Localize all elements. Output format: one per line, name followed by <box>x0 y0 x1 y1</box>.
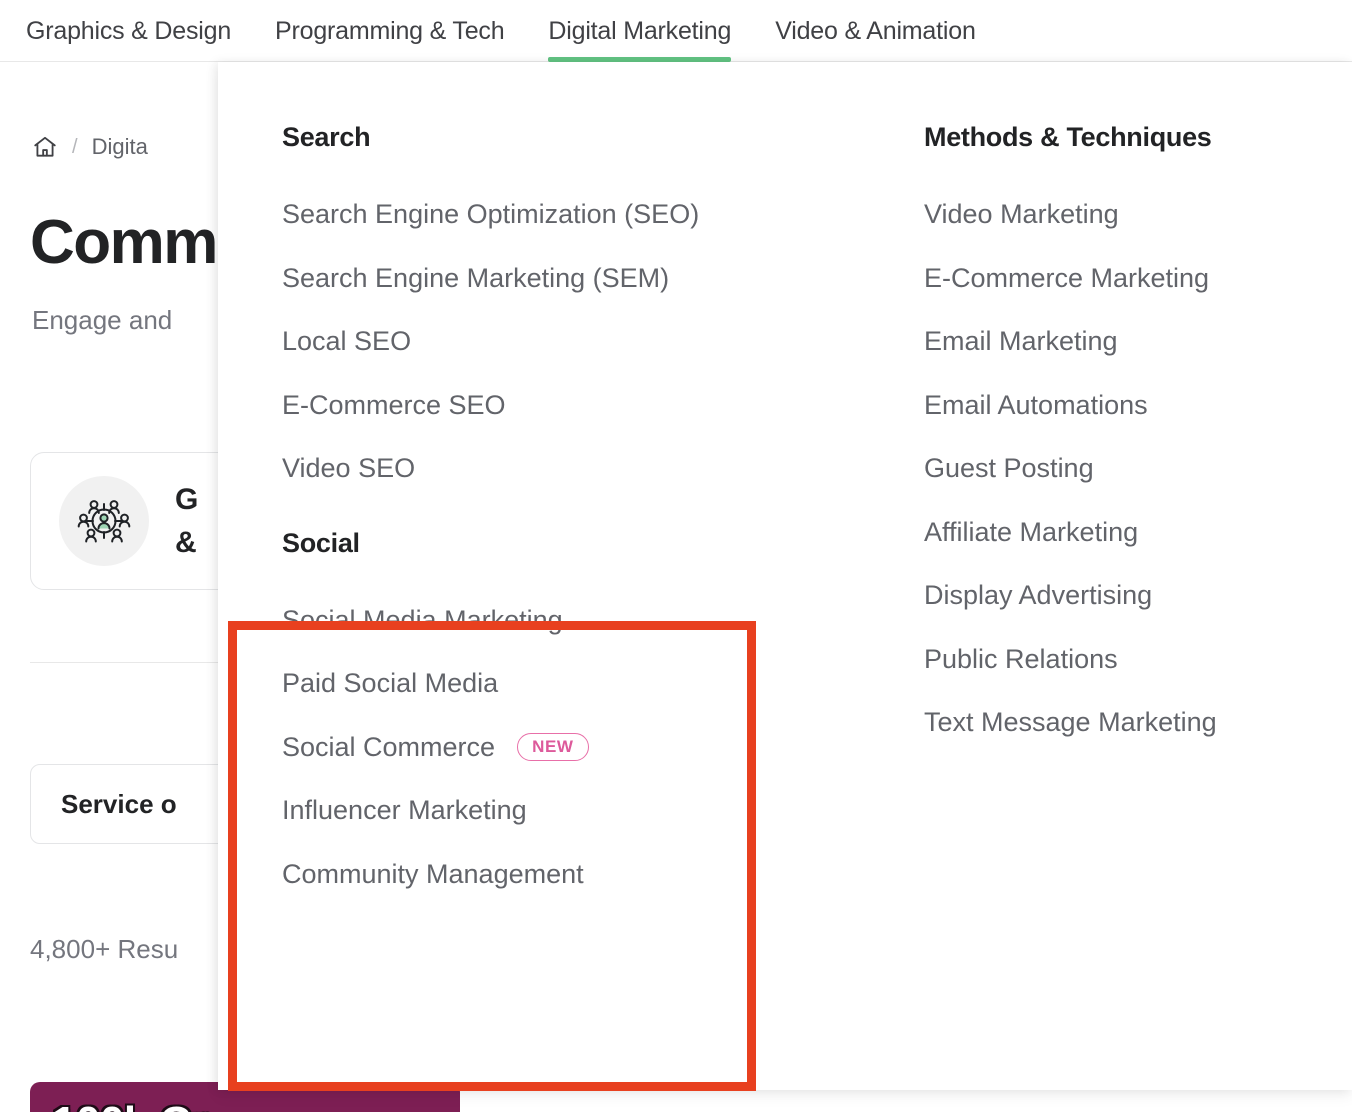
new-badge: NEW <box>517 733 589 762</box>
target-audience-icon <box>59 476 149 566</box>
dropdown-item-label: Local SEO <box>282 326 412 357</box>
dropdown-item-label: Community Management <box>282 858 584 889</box>
dropdown-item-label: Public Relations <box>924 643 1118 674</box>
dropdown-item-influencer-marketing[interactable]: Influencer Marketing <box>282 793 802 828</box>
dropdown-item-video-seo[interactable]: Video SEO <box>282 451 802 486</box>
dropdown-item-social-commerce[interactable]: Social Commerce NEW <box>282 730 802 765</box>
breadcrumb-current[interactable]: Digita <box>92 134 148 160</box>
dropdown-item-ecommerce-marketing[interactable]: E-Commerce Marketing <box>924 261 1302 296</box>
nav-item-video-animation[interactable]: Video & Animation <box>775 0 976 62</box>
dropdown-item-label: E-Commerce SEO <box>282 389 506 420</box>
dropdown-item-sem[interactable]: Search Engine Marketing (SEM) <box>282 261 802 296</box>
dropdown-item-label: E-Commerce Marketing <box>924 262 1210 293</box>
home-icon[interactable] <box>32 134 58 160</box>
dropdown-item-label: Affiliate Marketing <box>924 516 1139 547</box>
dropdown-item-paid-social-media[interactable]: Paid Social Media <box>282 666 802 701</box>
breadcrumb: / Digita <box>32 134 148 160</box>
audience-card-label: G & <box>175 478 198 565</box>
dropdown-item-label: Video SEO <box>282 453 416 484</box>
dropdown-item-affiliate-marketing[interactable]: Affiliate Marketing <box>924 515 1302 550</box>
dropdown-item-label: Email Marketing <box>924 326 1118 357</box>
audience-card-line2: & <box>175 526 197 559</box>
dropdown-item-label: Text Message Marketing <box>924 707 1217 738</box>
category-nav: Graphics & Design Programming & Tech Dig… <box>0 0 1352 62</box>
nav-item-graphics-design[interactable]: Graphics & Design <box>26 0 231 62</box>
dropdown-item-email-automations[interactable]: Email Automations <box>924 388 1302 423</box>
page-title: Comm <box>30 208 218 277</box>
screen-root: / Digita Comm Engage and G & Service o 4… <box>0 0 1352 1112</box>
dropdown-item-label: Influencer Marketing <box>282 795 527 826</box>
dropdown-column-right: Methods & Techniques Video Marketing E-C… <box>802 122 1302 891</box>
dropdown-heading-social: Social <box>282 527 360 558</box>
audience-card-line1: G <box>175 482 199 516</box>
nav-item-programming-tech[interactable]: Programming & Tech <box>275 0 505 62</box>
dropdown-item-social-media-marketing[interactable]: Social Media Marketing <box>282 603 802 638</box>
dropdown-item-label: Email Automations <box>924 389 1148 420</box>
dropdown-item-display-advertising[interactable]: Display Advertising <box>924 578 1302 613</box>
dropdown-column-left: Search Search Engine Optimization (SEO) … <box>282 122 802 891</box>
dropdown-item-guest-posting[interactable]: Guest Posting <box>924 451 1302 486</box>
dropdown-item-video-marketing[interactable]: Video Marketing <box>924 197 1302 232</box>
dropdown-item-seo[interactable]: Search Engine Optimization (SEO) <box>282 197 802 232</box>
nav-item-digital-marketing[interactable]: Digital Marketing <box>548 0 731 62</box>
dropdown-item-email-marketing[interactable]: Email Marketing <box>924 324 1302 359</box>
dropdown-item-label: Search Engine Optimization (SEO) <box>282 199 700 229</box>
dropdown-group-search: Search Search Engine Optimization (SEO) … <box>282 122 802 486</box>
dropdown-item-label: Video Marketing <box>924 199 1119 229</box>
dropdown-item-label: Paid Social Media <box>282 668 499 699</box>
dropdown-item-public-relations[interactable]: Public Relations <box>924 642 1302 677</box>
results-count: 4,800+ Resu <box>30 934 179 964</box>
dropdown-item-label: Guest Posting <box>924 453 1094 484</box>
dropdown-heading-methods-techniques: Methods & Techniques <box>924 122 1212 152</box>
dropdown-item-community-management[interactable]: Community Management <box>282 857 802 892</box>
breadcrumb-separator: / <box>72 135 78 158</box>
dropdown-heading-search: Search <box>282 122 371 152</box>
dropdown-item-text-message-marketing[interactable]: Text Message Marketing <box>924 705 1302 740</box>
dropdown-item-label: Search Engine Marketing (SEM) <box>282 262 670 293</box>
dropdown-item-local-seo[interactable]: Local SEO <box>282 324 802 359</box>
dropdown-item-ecommerce-seo[interactable]: E-Commerce SEO <box>282 388 802 423</box>
page-subtitle: Engage and <box>32 305 173 335</box>
promo-card-title: 100k Cr <box>52 1098 208 1112</box>
dropdown-item-label: Display Advertising <box>924 580 1153 611</box>
dropdown-item-label: Social Media Marketing <box>282 604 563 635</box>
dropdown-columns: Search Search Engine Optimization (SEO) … <box>218 122 1352 891</box>
dropdown-group-social: Social Social Media Marketing Paid Socia… <box>282 528 802 892</box>
mega-dropdown-panel: Search Search Engine Optimization (SEO) … <box>218 62 1352 1090</box>
dropdown-item-label: Social Commerce <box>282 731 496 762</box>
